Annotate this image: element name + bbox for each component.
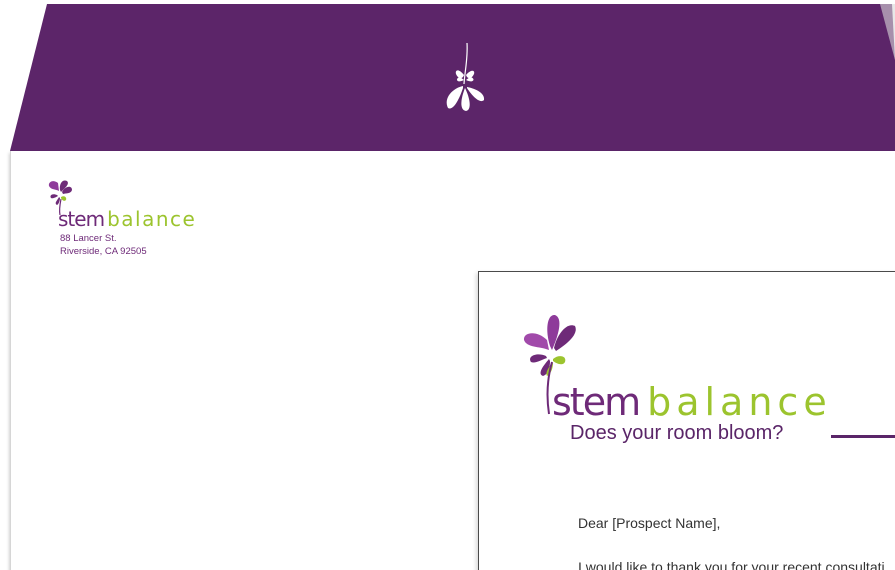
tagline: Does your room bloom? [570,422,784,444]
address-line-2: Riverside, CA 92505 [60,246,147,257]
brand-name-balance-large: balance [647,380,832,424]
stationery-mockup: stem balance 88 Lancer St. Riverside, CA … [0,0,895,570]
brand-name-stem-large: stem [552,380,641,424]
brand-name-stem: stem [58,207,105,231]
brand-wordmark-large: stem balance [552,380,832,424]
letterhead-sheet: stem balance Does your room bloom? Dear [… [478,271,895,570]
letter-body-line: I would like to thank you for your recen… [578,559,885,570]
brand-name-balance: balance [107,207,197,231]
address-line-1: 88 Lancer St. [60,233,117,244]
salutation: Dear [Prospect Name], [578,515,721,531]
return-address-block: stem balance 88 Lancer St. Riverside, CA … [45,177,245,267]
envelope-flap [10,4,895,151]
brand-wordmark-small: stem balance [58,207,196,231]
header-rule [831,435,895,438]
